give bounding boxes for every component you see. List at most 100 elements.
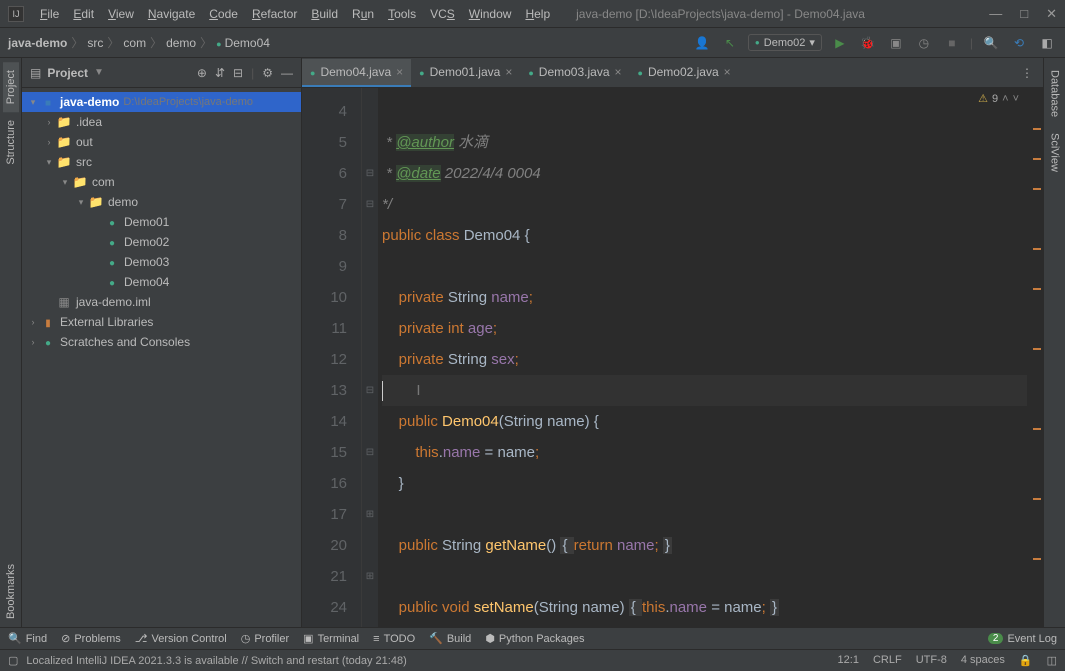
crumb-src[interactable]: src: [87, 36, 103, 50]
tree-extlib[interactable]: ›External Libraries: [22, 312, 301, 332]
status-message[interactable]: Localized IntelliJ IDEA 2021.3.3 is avai…: [26, 655, 406, 667]
tree-demo01[interactable]: Demo01: [22, 212, 301, 232]
tree-scratch[interactable]: ›Scratches and Consoles: [22, 332, 301, 352]
run-button[interactable]: ▶: [830, 33, 850, 53]
sidebar-tab-sciview[interactable]: SciView: [1047, 125, 1063, 180]
menu-navigate[interactable]: Navigate: [142, 5, 201, 23]
tab-demo04[interactable]: Demo04.java×: [302, 59, 411, 87]
tab-demo02[interactable]: Demo02.java×: [630, 59, 739, 87]
profile-button[interactable]: ◷: [914, 33, 934, 53]
left-tool-stripe: Project Structure Bookmarks: [0, 58, 22, 627]
toolwin-problems[interactable]: ⊘Problems: [61, 632, 121, 645]
warning-icon: ⚠: [978, 92, 988, 105]
menu-run[interactable]: Run: [346, 5, 380, 23]
status-widget-icon[interactable]: ◫: [1047, 654, 1057, 667]
statusbar: ▢ Localized IntelliJ IDEA 2021.3.3 is av…: [0, 649, 1065, 671]
navbar: java-demo〉 src〉 com〉 demo〉 Demo04 👤 ↖ De…: [0, 28, 1065, 58]
tree-demo03[interactable]: Demo03: [22, 252, 301, 272]
toolwin-find[interactable]: 🔍Find: [8, 632, 47, 645]
sidebar-tab-bookmarks[interactable]: Bookmarks: [3, 556, 19, 627]
close-button[interactable]: ✕: [1046, 6, 1057, 22]
stop-button[interactable]: ■: [942, 33, 962, 53]
sidebar-tab-database[interactable]: Database: [1047, 62, 1063, 125]
menu-view[interactable]: View: [102, 5, 140, 23]
search-button[interactable]: 🔍: [981, 33, 1001, 53]
menu-file[interactable]: File: [34, 5, 65, 23]
menu-build[interactable]: Build: [305, 5, 344, 23]
chevron-down-icon[interactable]: ▼: [94, 67, 104, 78]
line-gutter: 456789101112131415161720212425: [302, 88, 362, 627]
tree-iml[interactable]: ▦java-demo.iml: [22, 292, 301, 312]
right-tool-stripe: Database SciView: [1043, 58, 1065, 627]
python-icon: ⬢: [485, 632, 495, 645]
close-icon[interactable]: ×: [615, 65, 622, 79]
tab-demo03[interactable]: Demo03.java×: [520, 59, 629, 87]
chevron-up-icon[interactable]: ˄: [1002, 93, 1008, 105]
tree-idea[interactable]: ›📁.idea: [22, 112, 301, 132]
toolwin-build[interactable]: 🔨Build: [429, 632, 471, 645]
status-line-sep[interactable]: CRLF: [873, 654, 902, 667]
collapse-icon[interactable]: ⊟: [233, 66, 243, 80]
search-icon: 🔍: [8, 632, 22, 645]
gear-icon[interactable]: ⚙: [262, 66, 273, 80]
toolwin-python[interactable]: ⬢Python Packages: [485, 632, 584, 645]
inspection-badge[interactable]: ⚠ 9 ˄ ˅: [978, 92, 1019, 105]
close-icon[interactable]: ×: [724, 65, 731, 79]
tab-demo01[interactable]: Demo01.java×: [411, 59, 520, 87]
ide-settings-icon[interactable]: ◧: [1037, 33, 1057, 53]
titlebar: IJ File Edit View Navigate Code Refactor…: [0, 0, 1065, 28]
crumb-demo[interactable]: demo: [166, 36, 196, 50]
chevron-down-icon[interactable]: ˅: [1013, 93, 1019, 105]
toolwin-profiler[interactable]: ◷Profiler: [241, 632, 289, 645]
status-caret-pos[interactable]: 12:1: [838, 654, 859, 667]
close-icon[interactable]: ×: [396, 65, 403, 79]
tree-out[interactable]: ›📁out: [22, 132, 301, 152]
close-icon[interactable]: ×: [505, 65, 512, 79]
menu-refactor[interactable]: Refactor: [246, 5, 303, 23]
tree-src[interactable]: ▾📁src: [22, 152, 301, 172]
toolwin-vcs[interactable]: ⎇Version Control: [135, 632, 227, 645]
run-config-selector[interactable]: Demo02 ▾: [748, 34, 822, 51]
crumb-root[interactable]: java-demo: [8, 36, 67, 50]
tabs-more-icon[interactable]: ⋮: [1011, 66, 1043, 80]
error-stripe[interactable]: [1031, 88, 1043, 627]
code-content[interactable]: * @author 水滴 * @date 2022/4/4 0004 */ pu…: [378, 88, 1031, 627]
crumb-class[interactable]: Demo04: [216, 36, 270, 50]
toolwin-terminal[interactable]: ▣Terminal: [303, 632, 359, 645]
expand-all-icon[interactable]: ⇵: [215, 66, 225, 80]
back-arrow-icon[interactable]: ↖: [720, 33, 740, 53]
maximize-button[interactable]: □: [1020, 6, 1028, 22]
project-panel-title[interactable]: Project: [47, 66, 88, 80]
menu-window[interactable]: Window: [463, 5, 518, 23]
menu-edit[interactable]: Edit: [67, 5, 100, 23]
hide-icon[interactable]: —: [281, 66, 293, 80]
sync-button[interactable]: ⟲: [1009, 33, 1029, 53]
code-editor[interactable]: 456789101112131415161720212425 ⊟⊟ ⊟ ⊟ ⊞ …: [302, 88, 1043, 627]
debug-button[interactable]: 🐞: [858, 33, 878, 53]
app-logo: IJ: [8, 6, 24, 22]
status-indent[interactable]: 4 spaces: [961, 654, 1005, 667]
tree-com[interactable]: ▾📁com: [22, 172, 301, 192]
readonly-lock-icon[interactable]: 🔒: [1019, 654, 1033, 667]
menubar: File Edit View Navigate Code Refactor Bu…: [34, 5, 556, 23]
coverage-button[interactable]: ▣: [886, 33, 906, 53]
tree-demo02[interactable]: Demo02: [22, 232, 301, 252]
tree-root[interactable]: ▾ java-demo D:\IdeaProjects\java-demo: [22, 92, 301, 112]
status-toolwindow-icon[interactable]: ▢: [8, 654, 18, 667]
build-icon: 🔨: [429, 632, 443, 645]
tree-demo[interactable]: ▾📁demo: [22, 192, 301, 212]
menu-help[interactable]: Help: [519, 5, 556, 23]
tree-demo04[interactable]: Demo04: [22, 272, 301, 292]
sidebar-tab-structure[interactable]: Structure: [3, 112, 19, 173]
status-encoding[interactable]: UTF-8: [916, 654, 947, 667]
toolwin-eventlog[interactable]: 2Event Log: [988, 633, 1057, 645]
add-user-icon[interactable]: 👤: [692, 33, 712, 53]
minimize-button[interactable]: —: [989, 6, 1002, 22]
sidebar-tab-project[interactable]: Project: [3, 62, 19, 112]
menu-tools[interactable]: Tools: [382, 5, 422, 23]
menu-code[interactable]: Code: [203, 5, 244, 23]
toolwin-todo[interactable]: ≡TODO: [373, 633, 415, 645]
crumb-com[interactable]: com: [123, 36, 146, 50]
menu-vcs[interactable]: VCS: [424, 5, 461, 23]
select-opened-file-icon[interactable]: ⊕: [197, 66, 207, 80]
